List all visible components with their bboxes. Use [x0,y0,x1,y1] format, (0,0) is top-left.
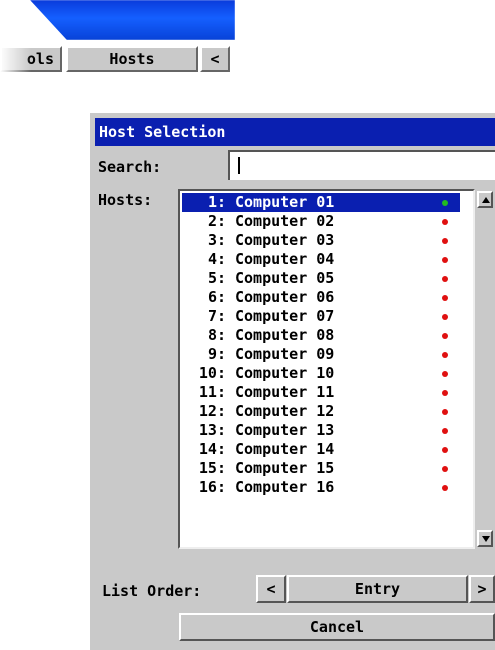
host-status-dot [442,390,448,396]
main-window-title-bar [30,0,235,40]
host-number: 8: [207,326,226,344]
host-status-dot [442,447,448,453]
host-status-dot [442,333,448,339]
host-number: 1: [207,193,226,211]
host-selection-dialog: Host Selection Search: Hosts: 1: Computer… [90,113,495,650]
tab-tools[interactable]: ols [0,46,62,72]
host-row[interactable]: 13: Computer 13 [182,421,460,440]
host-row[interactable]: 16: Computer 16 [182,478,460,497]
host-status-dot [442,257,448,263]
list-order-next-button[interactable]: > [469,575,495,603]
host-name: Computer 06 [235,288,335,306]
scroll-up-button[interactable] [477,191,493,208]
host-number: 4: [207,250,226,268]
hosts-list[interactable]: 1: Computer 01 2: Computer 02 3: Computer 03 4… [178,189,475,549]
host-name: Computer 07 [235,307,335,325]
host-name: Computer 03 [235,231,335,249]
host-name: Computer 08 [235,326,335,344]
host-row[interactable]: 5: Computer 05 [182,269,460,288]
host-number: 10: [198,364,226,382]
host-status-dot [442,314,448,320]
host-number: 3: [207,231,226,249]
host-status-dot [442,485,448,491]
host-name: Computer 13 [235,421,335,439]
host-name: Computer 02 [235,212,335,230]
scroll-down-button[interactable] [477,530,493,547]
dialog-title: Host Selection [95,118,495,146]
triangle-down-icon [482,536,490,542]
host-name: Computer 16 [235,478,335,496]
host-name: Computer 09 [235,345,335,363]
host-row[interactable]: 6: Computer 06 [182,288,460,307]
triangle-up-icon [482,197,490,203]
main-window-fragment: ols Hosts < [0,0,260,90]
host-status-dot [442,276,448,282]
host-row[interactable]: 10: Computer 10 [182,364,460,383]
host-row[interactable]: 2: Computer 02 [182,212,460,231]
host-name: Computer 15 [235,459,335,477]
search-input[interactable] [228,150,495,180]
host-name: Computer 01 [235,193,335,211]
text-caret [238,157,240,174]
host-number: 7: [207,307,226,325]
host-number: 11: [198,383,226,401]
host-status-dot [442,466,448,472]
host-status-dot [442,295,448,301]
host-row[interactable]: 8: Computer 08 [182,326,460,345]
host-name: Computer 14 [235,440,335,458]
host-row[interactable]: 9: Computer 09 [182,345,460,364]
host-status-dot [442,371,448,377]
host-row[interactable]: 7: Computer 07 [182,307,460,326]
host-status-dot [442,200,448,206]
host-status-dot [442,428,448,434]
search-label: Search: [98,158,162,176]
host-number: 12: [198,402,226,420]
hosts-label: Hosts: [98,191,153,209]
list-order-prev-button[interactable]: < [256,575,286,603]
host-row[interactable]: 12: Computer 12 [182,402,460,421]
host-number: 9: [207,345,226,363]
host-row[interactable]: 3: Computer 03 [182,231,460,250]
list-order-label: List Order: [102,582,202,600]
host-number: 13: [198,421,226,439]
host-row[interactable]: 4: Computer 04 [182,250,460,269]
host-status-dot [442,238,448,244]
host-number: 16: [198,478,226,496]
host-number: 14: [198,440,226,458]
host-number: 15: [198,459,226,477]
tab-hosts[interactable]: Hosts [66,46,198,72]
cancel-button[interactable]: Cancel [179,613,495,641]
host-name: Computer 10 [235,364,335,382]
host-name: Computer 05 [235,269,335,287]
host-name: Computer 12 [235,402,335,420]
host-row[interactable]: 1: Computer 01 [182,193,460,212]
host-row[interactable]: 14: Computer 14 [182,440,460,459]
list-order-value[interactable]: Entry [287,575,468,603]
hosts-scrollbar[interactable] [475,189,495,549]
main-tab-strip: ols Hosts < [0,46,250,74]
host-number: 5: [207,269,226,287]
host-row[interactable]: 11: Computer 11 [182,383,460,402]
host-name: Computer 04 [235,250,335,268]
host-status-dot [442,352,448,358]
host-number: 6: [207,288,226,306]
host-status-dot [442,219,448,225]
tab-scroll-left-button[interactable]: < [200,46,230,72]
host-status-dot [442,409,448,415]
host-row[interactable]: 15: Computer 15 [182,459,460,478]
host-name: Computer 11 [235,383,335,401]
host-number: 2: [207,212,226,230]
